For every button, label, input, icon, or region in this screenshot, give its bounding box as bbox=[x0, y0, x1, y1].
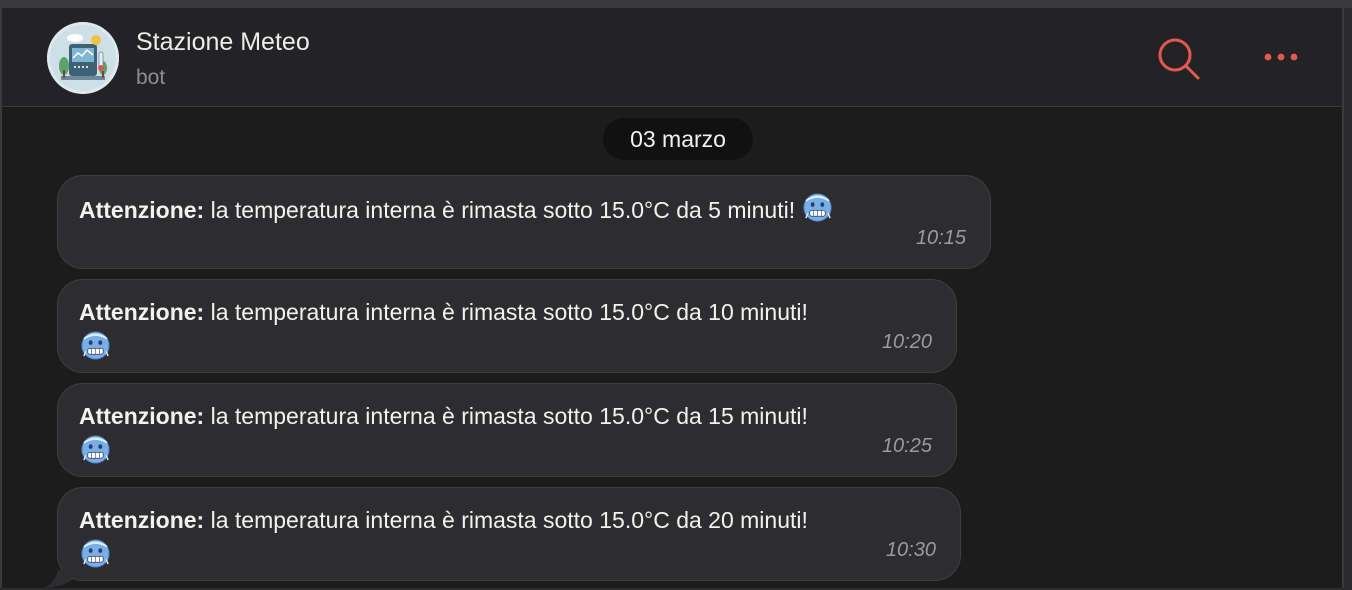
message-bold-label: Attenzione: bbox=[79, 507, 205, 533]
window-top-strip bbox=[0, 0, 1352, 8]
chat-header: Stazione Meteo bot bbox=[2, 8, 1342, 107]
message-bubble[interactable]: Attenzione: la temperatura interna è rim… bbox=[57, 175, 991, 269]
cold-face-emoji-icon bbox=[80, 538, 111, 569]
message-body: la temperatura interna è rimasta sotto 1… bbox=[204, 299, 808, 325]
message-emoji-line bbox=[80, 330, 111, 364]
message-bubble[interactable]: Attenzione: la temperatura interna è rim… bbox=[57, 487, 961, 581]
message-bold-label: Attenzione: bbox=[79, 197, 205, 223]
message-body: la temperatura interna è rimasta sotto 1… bbox=[204, 507, 808, 533]
message-bubble[interactable]: Attenzione: la temperatura interna è rim… bbox=[57, 383, 957, 477]
chat-subtitle: bot bbox=[136, 66, 166, 89]
message-time: 10:15 bbox=[915, 227, 966, 249]
more-options-icon bbox=[1264, 53, 1298, 61]
message-bubble[interactable]: Attenzione: la temperatura interna è rim… bbox=[57, 279, 957, 373]
message-body: la temperatura interna è rimasta sotto 1… bbox=[204, 403, 808, 429]
message-text: Attenzione: la temperatura interna è rim… bbox=[79, 400, 808, 432]
message-text: Attenzione: la temperatura interna è rim… bbox=[79, 296, 808, 328]
message-time: 10:20 bbox=[881, 331, 932, 353]
bubble-tail bbox=[44, 570, 72, 588]
message-body: la temperatura interna è rimasta sotto 1… bbox=[204, 197, 802, 223]
message-emoji-line bbox=[80, 434, 111, 468]
message-bold-label: Attenzione: bbox=[79, 403, 205, 429]
message-text: Attenzione: la temperatura interna è rim… bbox=[79, 504, 808, 536]
message-bold-label: Attenzione: bbox=[79, 299, 205, 325]
search-button[interactable] bbox=[1154, 34, 1204, 84]
chat-window: Stazione Meteo bot 03 marzo Attenzione: … bbox=[0, 8, 1344, 588]
message-emoji-line bbox=[80, 538, 111, 572]
message-time: 10:30 bbox=[885, 539, 936, 561]
message-time: 10:25 bbox=[881, 435, 932, 457]
avatar[interactable] bbox=[47, 22, 119, 94]
cold-face-emoji-icon bbox=[802, 192, 833, 223]
cold-face-emoji-icon bbox=[80, 434, 111, 465]
message-text: Attenzione: la temperatura interna è rim… bbox=[79, 192, 833, 226]
date-separator: 03 marzo bbox=[603, 118, 753, 160]
more-options-button[interactable] bbox=[1258, 42, 1308, 72]
search-icon bbox=[1158, 38, 1200, 80]
chat-title: Stazione Meteo bbox=[136, 28, 310, 56]
weather-station-avatar-icon bbox=[47, 22, 119, 94]
cold-face-emoji-icon bbox=[80, 330, 111, 361]
